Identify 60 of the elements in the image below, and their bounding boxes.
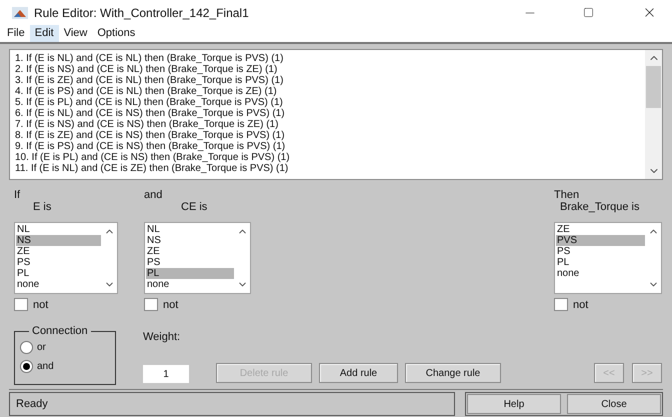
variable-label: E is <box>32 200 52 214</box>
rule-line[interactable]: 2. If (E is NS) and (CE is NL) then (Brake_Torque is ZE) (1) <box>15 64 645 74</box>
rule-line[interactable]: 11. If (E is NL) and (CE is ZE) then (Brake_Torque is PVS) (1) <box>15 162 645 174</box>
not-label: not <box>163 298 178 312</box>
list-option[interactable]: PS <box>556 246 645 256</box>
group-header: and <box>144 188 164 200</box>
scrollbar-thumb[interactable] <box>646 66 661 108</box>
footer-button[interactable]: Help <box>467 394 561 414</box>
rule-line[interactable]: 10. If (E is PL) and (CE is NS) then (Brake_Torque is PVS) (1) <box>15 152 645 162</box>
radio-button[interactable] <box>20 340 33 354</box>
rule-line[interactable]: 3. If (E is ZE) and (CE is NL) then (Brake_Torque is PVS) (1) <box>15 74 645 86</box>
radio-label: and <box>37 360 54 374</box>
rule-line[interactable]: 5. If (E is PL) and (CE is NL) then (Brake_Torque is PVS) (1) <box>15 96 645 108</box>
group-header: If <box>14 188 22 200</box>
list-option[interactable]: NS <box>146 234 234 246</box>
radio-label: or <box>37 340 46 354</box>
rule-line[interactable]: 9. If (E is PS) and (CE is NS) then (Brake_Torque is PVS) (1) <box>15 140 645 152</box>
rule-line[interactable]: 1. If (E is NL) and (CE is NL) then (Brake_Torque is PVS) (1) <box>15 52 645 64</box>
group-header: Then <box>554 188 580 200</box>
menu-item[interactable]: Options <box>92 25 140 42</box>
list-option[interactable]: ZE <box>16 246 101 256</box>
checkbox[interactable] <box>144 298 158 312</box>
list-option[interactable]: none <box>556 268 645 278</box>
weight-field[interactable]: 1 <box>143 365 189 383</box>
list-option[interactable]: ZE <box>146 246 234 256</box>
not-label: not <box>573 298 588 312</box>
action-button[interactable]: Change rule <box>405 363 501 383</box>
status-text: Ready <box>16 396 48 412</box>
list-option[interactable]: NL <box>16 224 101 234</box>
list-option[interactable]: PL <box>556 256 645 268</box>
maximize-icon[interactable] <box>583 7 594 18</box>
menu-item[interactable]: Edit <box>30 25 59 42</box>
rule-line[interactable]: 4. If (E is PS) and (CE is NL) then (Brake_Torque is ZE) (1) <box>15 86 645 96</box>
footer-button[interactable]: Close <box>567 394 661 414</box>
rule-line[interactable]: 7. If (E is NS) and (CE is NS) then (Brake_Torque is ZE) (1) <box>15 118 645 130</box>
rule-line[interactable]: 8. If (E is ZE) and (CE is NS) then (Brake_Torque is PVS) (1) <box>15 130 645 140</box>
list-option[interactable]: none <box>146 278 234 290</box>
list-option[interactable]: PVS <box>556 234 645 246</box>
list-option[interactable]: NL <box>146 224 234 234</box>
list-option[interactable]: none <box>16 278 101 290</box>
list-option[interactable]: PL <box>146 268 234 278</box>
group-title: Connection <box>31 324 89 339</box>
menu-item[interactable]: View <box>58 25 92 42</box>
checkbox[interactable] <box>554 298 568 312</box>
menu-item[interactable]: File <box>2 25 30 42</box>
list-option[interactable]: PL <box>16 268 101 278</box>
not-label: not <box>33 298 48 312</box>
weight-label: Weight: <box>143 330 182 345</box>
radio-button[interactable] <box>20 360 33 372</box>
variable-label: CE is <box>180 200 208 214</box>
rule-line[interactable]: 6. If (E is NL) and (CE is NS) then (Brake_Torque is PVS) (1) <box>15 108 645 118</box>
app-logo-icon <box>12 6 28 18</box>
list-option[interactable]: ZE <box>556 224 645 234</box>
list-option[interactable]: PS <box>16 256 101 268</box>
window-title: Rule Editor: With_Controller_142_Final1 <box>34 4 249 22</box>
action-button[interactable]: Add rule <box>319 363 398 383</box>
checkbox[interactable] <box>14 298 28 312</box>
list-option[interactable]: NS <box>16 234 101 246</box>
list-option[interactable]: PS <box>146 256 234 268</box>
variable-label: Brake_Torque is <box>559 200 640 214</box>
